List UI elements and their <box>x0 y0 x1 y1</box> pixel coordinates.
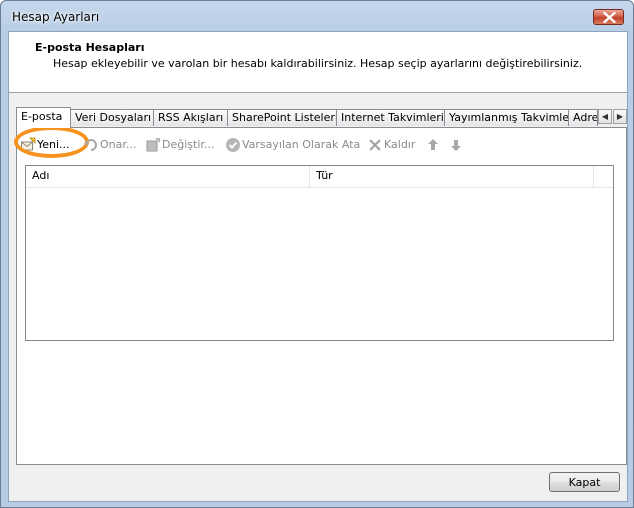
tab-strip: E-posta Veri Dosyaları RSS Akışları Shar… <box>16 107 627 128</box>
close-icon <box>603 12 616 23</box>
checkmark-icon <box>226 138 240 152</box>
dialog-window: Hesap Ayarları E-posta Hesapları Hesap e… <box>0 0 634 508</box>
repair-label: Onar... <box>100 138 137 151</box>
tab-sharepoint-listeleri[interactable]: SharePoint Listeleri <box>227 109 337 126</box>
chevron-right-icon: ▶ <box>616 112 624 121</box>
x-icon <box>369 139 381 151</box>
header-panel: E-posta Hesapları Hesap ekleyebilir ve v… <box>9 32 627 93</box>
tab-rss-akislari[interactable]: RSS Akışları <box>153 109 228 126</box>
tab-scroll-right-button[interactable]: ▶ <box>613 109 627 124</box>
move-up-button[interactable] <box>427 137 441 153</box>
header-title: E-posta Hesapları <box>35 41 145 54</box>
close-button[interactable]: Kapat <box>549 472 620 492</box>
email-tab-panel: Yeni... Onar... Değiştir... Varsayılan O… <box>14 126 627 465</box>
header-description: Hesap ekleyebilir ve varolan bir hesabı … <box>53 57 583 70</box>
account-toolbar: Yeni... Onar... Değiştir... Varsayılan O… <box>14 126 626 158</box>
new-account-label: Yeni... <box>37 138 70 151</box>
new-account-icon <box>21 137 36 151</box>
remove-label: Kaldır <box>384 138 416 151</box>
arrow-up-icon <box>428 139 438 150</box>
tab-internet-takvimleri[interactable]: Internet Takvimleri <box>336 109 445 126</box>
column-header-filler <box>594 166 613 187</box>
arrow-down-icon <box>451 140 461 151</box>
tab-adres-defterleri[interactable]: Adres Defterleri <box>568 109 598 126</box>
title-bar[interactable]: Hesap Ayarları <box>1 1 633 31</box>
tab-scroll-left-button[interactable]: ◀ <box>598 109 612 124</box>
set-default-label: Varsayılan Olarak Ata <box>242 138 361 151</box>
tab-e-posta[interactable]: E-posta <box>16 107 71 128</box>
list-header: Adı Tür <box>26 166 613 188</box>
column-header-type[interactable]: Tür <box>310 166 594 187</box>
column-header-name[interactable]: Adı <box>26 166 310 187</box>
move-down-button[interactable] <box>450 137 464 153</box>
window-title: Hesap Ayarları <box>12 10 100 24</box>
change-icon <box>146 138 160 152</box>
chevron-left-icon: ◀ <box>601 112 609 121</box>
change-label: Değiştir... <box>162 138 215 151</box>
tab-yayimlanmis-takvimler[interactable]: Yayımlanmış Takvimler <box>444 109 569 126</box>
repair-icon <box>84 139 97 151</box>
close-window-button[interactable] <box>593 9 624 25</box>
tab-veri-dosyalari[interactable]: Veri Dosyaları <box>70 109 154 126</box>
account-list[interactable]: Adı Tür <box>25 165 614 341</box>
dialog-content: E-posta Hesapları Hesap ekleyebilir ve v… <box>8 31 628 502</box>
